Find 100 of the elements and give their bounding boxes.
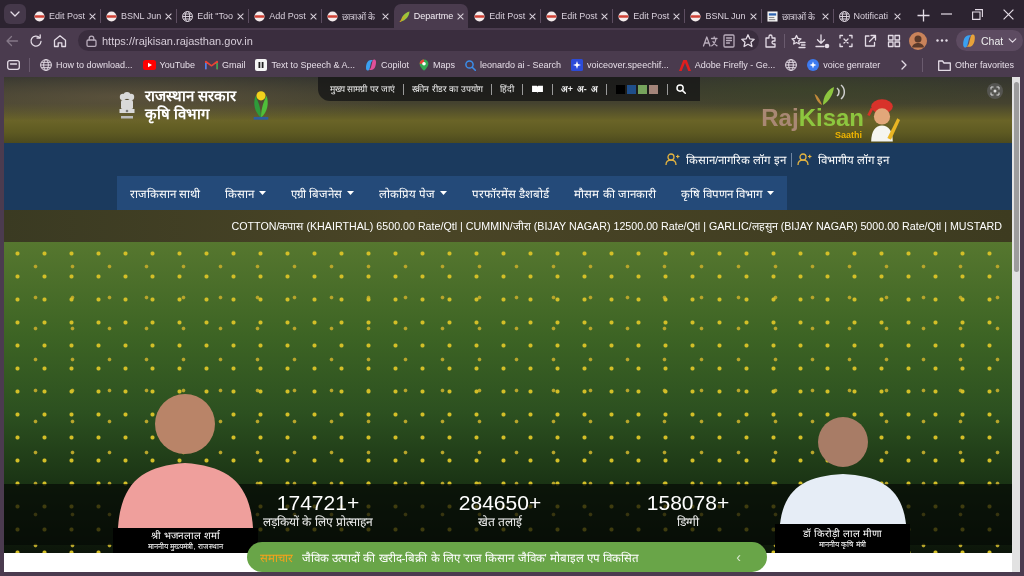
book-icon[interactable] — [530, 84, 544, 94]
close-icon[interactable] — [529, 12, 537, 20]
folder-icon — [937, 59, 951, 71]
menu-item[interactable]: लोकप्रिय पेज — [366, 176, 460, 210]
menu-item[interactable]: एग्री बिजनेस — [278, 176, 367, 210]
page-icon[interactable] — [721, 32, 737, 49]
close-icon[interactable] — [673, 12, 681, 20]
org-name: राजस्थान सरकार — [145, 87, 237, 105]
browser-tab[interactable]: Edit Post — [29, 4, 101, 28]
home-icon[interactable] — [52, 32, 68, 49]
disc-icon — [546, 10, 558, 22]
browser-tab[interactable]: छात्राओं के — [761, 4, 833, 28]
font-size-control[interactable]: अ — [588, 83, 600, 95]
card-icon[interactable] — [7, 60, 20, 70]
close-icon[interactable] — [821, 12, 829, 20]
person-name: श्री भजनलाल शर्मा — [151, 529, 220, 542]
utility-link[interactable]: मुख्य सामग्री पर जाएं — [324, 83, 402, 95]
bookmark[interactable] — [785, 59, 798, 71]
color-swatch[interactable] — [648, 84, 658, 94]
search-icon[interactable] — [675, 84, 686, 94]
close-icon[interactable] — [749, 12, 757, 20]
bookmark[interactable]: YouTube — [142, 60, 195, 70]
document-icon — [766, 10, 778, 22]
font-size-control[interactable]: अ+ — [558, 83, 575, 95]
scrollbar[interactable] — [1012, 77, 1020, 572]
sprout-icon — [398, 10, 410, 22]
menu-item[interactable]: कृषि विपणन विभाग — [668, 176, 787, 210]
close-icon[interactable] — [601, 12, 609, 20]
browser-tab[interactable]: BSNL Jun — [101, 4, 177, 28]
close-icon[interactable] — [893, 12, 901, 20]
screenshot-icon[interactable] — [838, 32, 854, 49]
more-icon[interactable] — [936, 39, 948, 42]
utility-link[interactable]: हिंदी — [493, 83, 520, 95]
browser-tab[interactable]: Notificati — [833, 4, 905, 28]
bookmark[interactable]: Gmail — [204, 60, 246, 70]
bookmark[interactable]: Copilot — [365, 59, 409, 71]
close-icon[interactable] — [457, 12, 465, 20]
font-size-control[interactable]: अ- — [574, 83, 589, 95]
download-icon[interactable] — [814, 32, 830, 49]
star-list-icon[interactable] — [790, 32, 806, 49]
globe-icon — [838, 10, 850, 22]
browser-tab[interactable]: Edit "Too — [177, 4, 249, 28]
disc-icon — [690, 10, 702, 22]
bookmark[interactable]: voice genrater — [807, 59, 881, 71]
swirl-icon — [962, 33, 976, 48]
browser-tab[interactable]: छात्राओं के — [321, 4, 393, 28]
grid-icon[interactable] — [886, 32, 902, 49]
close-icon[interactable] — [89, 12, 97, 20]
browser-tab[interactable]: Add Post — [249, 4, 321, 28]
browser-tab[interactable]: Edit Post — [469, 4, 541, 28]
puzzle-icon[interactable] — [763, 32, 779, 49]
lock-icon[interactable] — [86, 34, 97, 47]
scrollbar-thumb[interactable] — [1013, 82, 1019, 272]
color-swatch[interactable] — [615, 84, 625, 94]
chat-button[interactable]: Chat — [956, 30, 1024, 51]
bookmark[interactable]: How to download... — [40, 59, 133, 71]
browser-tab[interactable]: Edit Post — [541, 4, 613, 28]
color-swatch[interactable] — [637, 84, 647, 94]
bookmark[interactable]: voiceover.speechif... — [571, 59, 669, 71]
close-icon[interactable] — [309, 12, 317, 20]
close-icon[interactable] — [381, 12, 389, 20]
sparkle-icon — [571, 59, 584, 71]
user-icon — [665, 153, 680, 166]
menu-item[interactable]: परफॉरमेंस डैशबोर्ड — [459, 176, 562, 210]
browser-tab[interactable]: Edit Post — [613, 4, 685, 28]
utility-link[interactable]: स्क्रीन रीडर का उपयोग — [406, 83, 489, 95]
bookmark[interactable]: Adobe Firefly - Ge... — [678, 59, 776, 71]
close-icon[interactable] — [1003, 8, 1014, 20]
user-icon — [796, 153, 812, 166]
close-icon[interactable] — [237, 12, 245, 20]
tab-list-button[interactable] — [4, 4, 26, 24]
menu-item[interactable]: मौसम की जानकारी — [561, 176, 669, 210]
menu-item[interactable]: राजकिसान साथी — [117, 176, 213, 210]
star-icon[interactable] — [740, 32, 756, 49]
visual-search-icon[interactable] — [987, 83, 1003, 99]
browser-tab[interactable]: Departme — [393, 4, 469, 28]
close-icon[interactable] — [165, 12, 173, 20]
bookmark[interactable]: leonardo ai - Search — [465, 59, 562, 71]
bookmark-folder[interactable]: Other favorites — [937, 59, 1014, 71]
browser-tab[interactable]: BSNL Jun — [685, 4, 761, 28]
disc-icon — [34, 10, 45, 22]
share-icon[interactable] — [862, 32, 878, 49]
bookmark[interactable]: Maps — [419, 59, 456, 71]
color-swatch[interactable] — [626, 84, 636, 94]
plus-icon[interactable] — [916, 9, 930, 22]
price-ticker-text: COTTON/कपास (KHAIRTHAL) 6500.00 Rate/Qtl | CUMMIN/जीरा (BIJAY NAGAR) 12500.00 Rate/Qtl | GARLIC/लहसुन (BIJAY NAGAR) 5000.00 Rate/Qtl | MUSTARD — [231, 219, 1002, 233]
news-label: समाचार — [260, 550, 293, 565]
avatar-icon[interactable] — [909, 31, 927, 50]
play-icon — [142, 60, 156, 70]
search-icon — [465, 59, 477, 71]
address-field[interactable]: https://rajkisan.rajasthan.gov.in — [78, 30, 759, 51]
stat-number: 174721+ — [276, 492, 360, 514]
reload-icon[interactable] — [28, 32, 44, 49]
restore-icon[interactable] — [972, 8, 983, 20]
login-link[interactable]: किसान/नागरिक लॉग इन — [662, 152, 789, 167]
stat-label: डिग्गी — [677, 514, 699, 530]
menu-item[interactable]: किसान — [212, 176, 279, 210]
login-link[interactable]: विभागीय लॉग इन — [793, 152, 892, 167]
chevron-right-icon[interactable] — [900, 60, 907, 70]
bookmark[interactable]: Text to Speech & A... — [255, 59, 355, 71]
